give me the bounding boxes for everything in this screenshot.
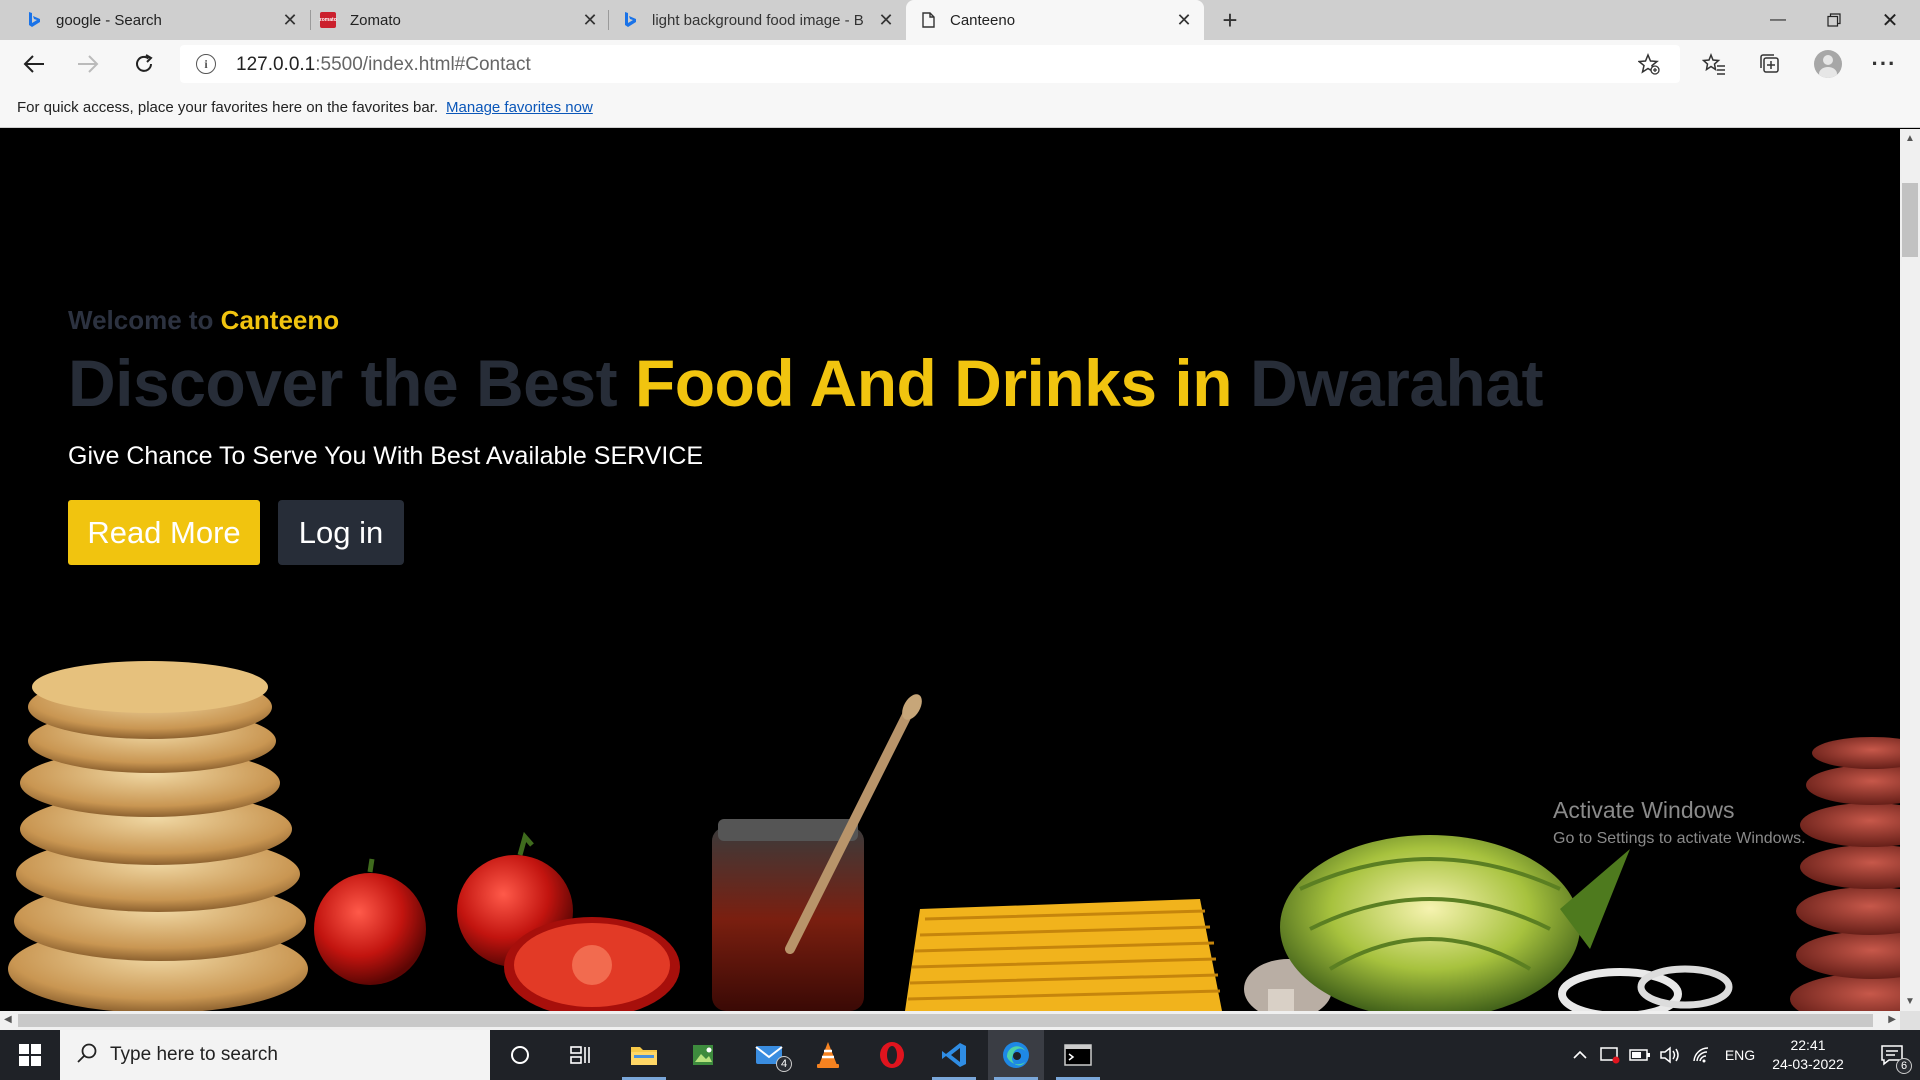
url-path: :5500/index.html#Contact	[315, 54, 531, 75]
new-tab-icon[interactable]: +	[1216, 5, 1244, 35]
bing-icon	[26, 12, 42, 28]
windows-start-icon[interactable]	[0, 1030, 60, 1080]
hero-headline: Discover the Best Food And Drinks in Dwa…	[68, 345, 1544, 421]
search-placeholder: Type here to search	[110, 1044, 278, 1065]
taskbar-search-box[interactable]: Type here to search	[60, 1030, 490, 1080]
tab-canteeno[interactable]: Canteeno ✕	[906, 0, 1204, 40]
login-button[interactable]: Log in	[278, 500, 404, 565]
bing-icon	[622, 12, 638, 28]
restore-icon[interactable]	[1806, 0, 1862, 40]
horizontal-scrollbar[interactable]: ◀ ▶	[0, 1011, 1900, 1030]
notifications-icon[interactable]: 6	[1864, 1030, 1920, 1080]
task-view-icon[interactable]	[552, 1030, 608, 1080]
welcome-prefix: Welcome to	[68, 305, 214, 335]
close-tab-icon[interactable]: ✕	[1172, 8, 1196, 32]
clock-time: 22:41	[1790, 1037, 1826, 1053]
headline-part2: Dwarahat	[1249, 346, 1544, 420]
welcome-heading: Welcome to Canteeno	[68, 305, 339, 336]
address-bar[interactable]: i 127.0.0.1:5500/index.html#Contact	[180, 45, 1680, 83]
vertical-scroll-thumb[interactable]	[1902, 183, 1918, 257]
vertical-scrollbar[interactable]: ▲ ▼	[1900, 129, 1920, 1011]
site-info-icon[interactable]: i	[196, 54, 216, 74]
url-text[interactable]: 127.0.0.1:5500/index.html#Contact	[236, 54, 531, 76]
vlc-icon[interactable]	[800, 1030, 856, 1080]
scroll-right-arrow-icon[interactable]: ▶	[1888, 1014, 1896, 1025]
headline-highlight: Food And Drinks in	[634, 346, 1233, 420]
cortana-icon[interactable]	[492, 1030, 548, 1080]
activate-windows-watermark: Activate Windows Go to Settings to activ…	[1553, 797, 1806, 848]
favorites-bar-hint: For quick access, place your favorites h…	[17, 99, 439, 116]
language-indicator[interactable]: ENG	[1720, 1030, 1760, 1080]
tab-zomato[interactable]: zomato Zomato ✕	[310, 0, 610, 40]
close-tab-icon[interactable]: ✕	[278, 8, 302, 32]
wifi-icon[interactable]	[1688, 1030, 1716, 1080]
page-viewport: Welcome to Canteeno Discover the Best Fo…	[0, 129, 1900, 1011]
security-status-icon[interactable]	[1596, 1030, 1624, 1080]
hero-tagline: Give Chance To Serve You With Best Avail…	[68, 442, 704, 470]
taskbar-clock[interactable]: 22:41 24-03-2022	[1768, 1036, 1848, 1074]
bun-stack	[8, 661, 308, 1011]
notification-count-badge: 6	[1896, 1058, 1912, 1074]
brand-name: Canteeno	[220, 305, 340, 335]
zomato-icon: zomato	[319, 12, 337, 28]
clock-date: 24-03-2022	[1772, 1056, 1844, 1072]
browser-toolbar: i 127.0.0.1:5500/index.html#Contact ···	[0, 40, 1920, 88]
collections-icon[interactable]	[1752, 48, 1788, 80]
tab-title: light background food image - B	[652, 11, 864, 29]
profile-avatar[interactable]	[1810, 48, 1846, 80]
add-favorite-icon[interactable]	[1637, 53, 1660, 80]
battery-icon[interactable]	[1626, 1030, 1654, 1080]
horizontal-scroll-thumb[interactable]	[18, 1014, 1873, 1027]
page-icon	[920, 12, 936, 28]
tab-title: Zomato	[350, 11, 401, 29]
mail-badge: 4	[776, 1056, 792, 1072]
cabbage	[1280, 835, 1630, 1011]
watermark-title: Activate Windows	[1553, 797, 1735, 823]
scroll-left-arrow-icon[interactable]: ◀	[4, 1014, 12, 1025]
scroll-down-arrow-icon[interactable]: ▼	[1904, 996, 1916, 1007]
file-explorer-icon[interactable]	[616, 1030, 672, 1080]
cheese-slices	[905, 899, 1222, 1011]
avatar	[1814, 50, 1842, 78]
minimize-icon[interactable]: —	[1750, 0, 1806, 40]
terminal-icon[interactable]	[1050, 1030, 1106, 1080]
show-hidden-icons-chevron-icon[interactable]	[1566, 1030, 1594, 1080]
manage-favorites-link[interactable]: Manage favorites now	[446, 99, 593, 116]
tab-google-search[interactable]: google - Search ✕	[0, 0, 310, 40]
search-icon	[76, 1042, 98, 1069]
more-menu-icon[interactable]: ···	[1866, 48, 1902, 80]
tab-food-image-search[interactable]: light background food image - B ✕	[608, 0, 906, 40]
scrollbar-corner	[1900, 1011, 1920, 1030]
close-window-icon[interactable]: ✕	[1862, 0, 1918, 40]
favorites-bar: For quick access, place your favorites h…	[0, 88, 1920, 128]
mail-icon[interactable]: 4	[742, 1030, 798, 1080]
headline-part1: Discover the Best	[68, 346, 618, 420]
volume-icon[interactable]	[1656, 1030, 1684, 1080]
vscode-icon[interactable]	[926, 1030, 982, 1080]
url-host: 127.0.0.1	[236, 54, 316, 75]
sauce-jar	[712, 694, 922, 1011]
favorites-icon[interactable]	[1696, 48, 1732, 80]
tab-title: Canteeno	[950, 11, 1016, 29]
read-more-button[interactable]: Read More	[68, 500, 260, 565]
tomatoes	[314, 831, 680, 1011]
close-tab-icon[interactable]: ✕	[874, 8, 898, 32]
patty-stack	[1790, 737, 1900, 1011]
onion-rings	[1558, 965, 1733, 1011]
tab-title: google - Search	[56, 11, 162, 29]
opera-icon[interactable]	[864, 1030, 920, 1080]
photos-app-icon[interactable]	[676, 1030, 732, 1080]
food-background-image	[8, 661, 1900, 1011]
scroll-up-arrow-icon[interactable]: ▲	[1904, 133, 1916, 144]
edge-browser-icon[interactable]	[988, 1030, 1044, 1080]
watermark-subtitle: Go to Settings to activate Windows.	[1553, 830, 1806, 847]
refresh-icon[interactable]	[126, 48, 162, 80]
close-tab-icon[interactable]: ✕	[578, 8, 602, 32]
forward-icon[interactable]	[70, 48, 106, 80]
back-icon[interactable]	[16, 48, 52, 80]
hero-section: Welcome to Canteeno Discover the Best Fo…	[0, 129, 1900, 1011]
browser-tab-strip: google - Search ✕ zomato Zomato ✕ light …	[0, 0, 1920, 40]
windows-taskbar: Type here to search 4 ENG 22:41 24-03-20…	[0, 1030, 1920, 1080]
